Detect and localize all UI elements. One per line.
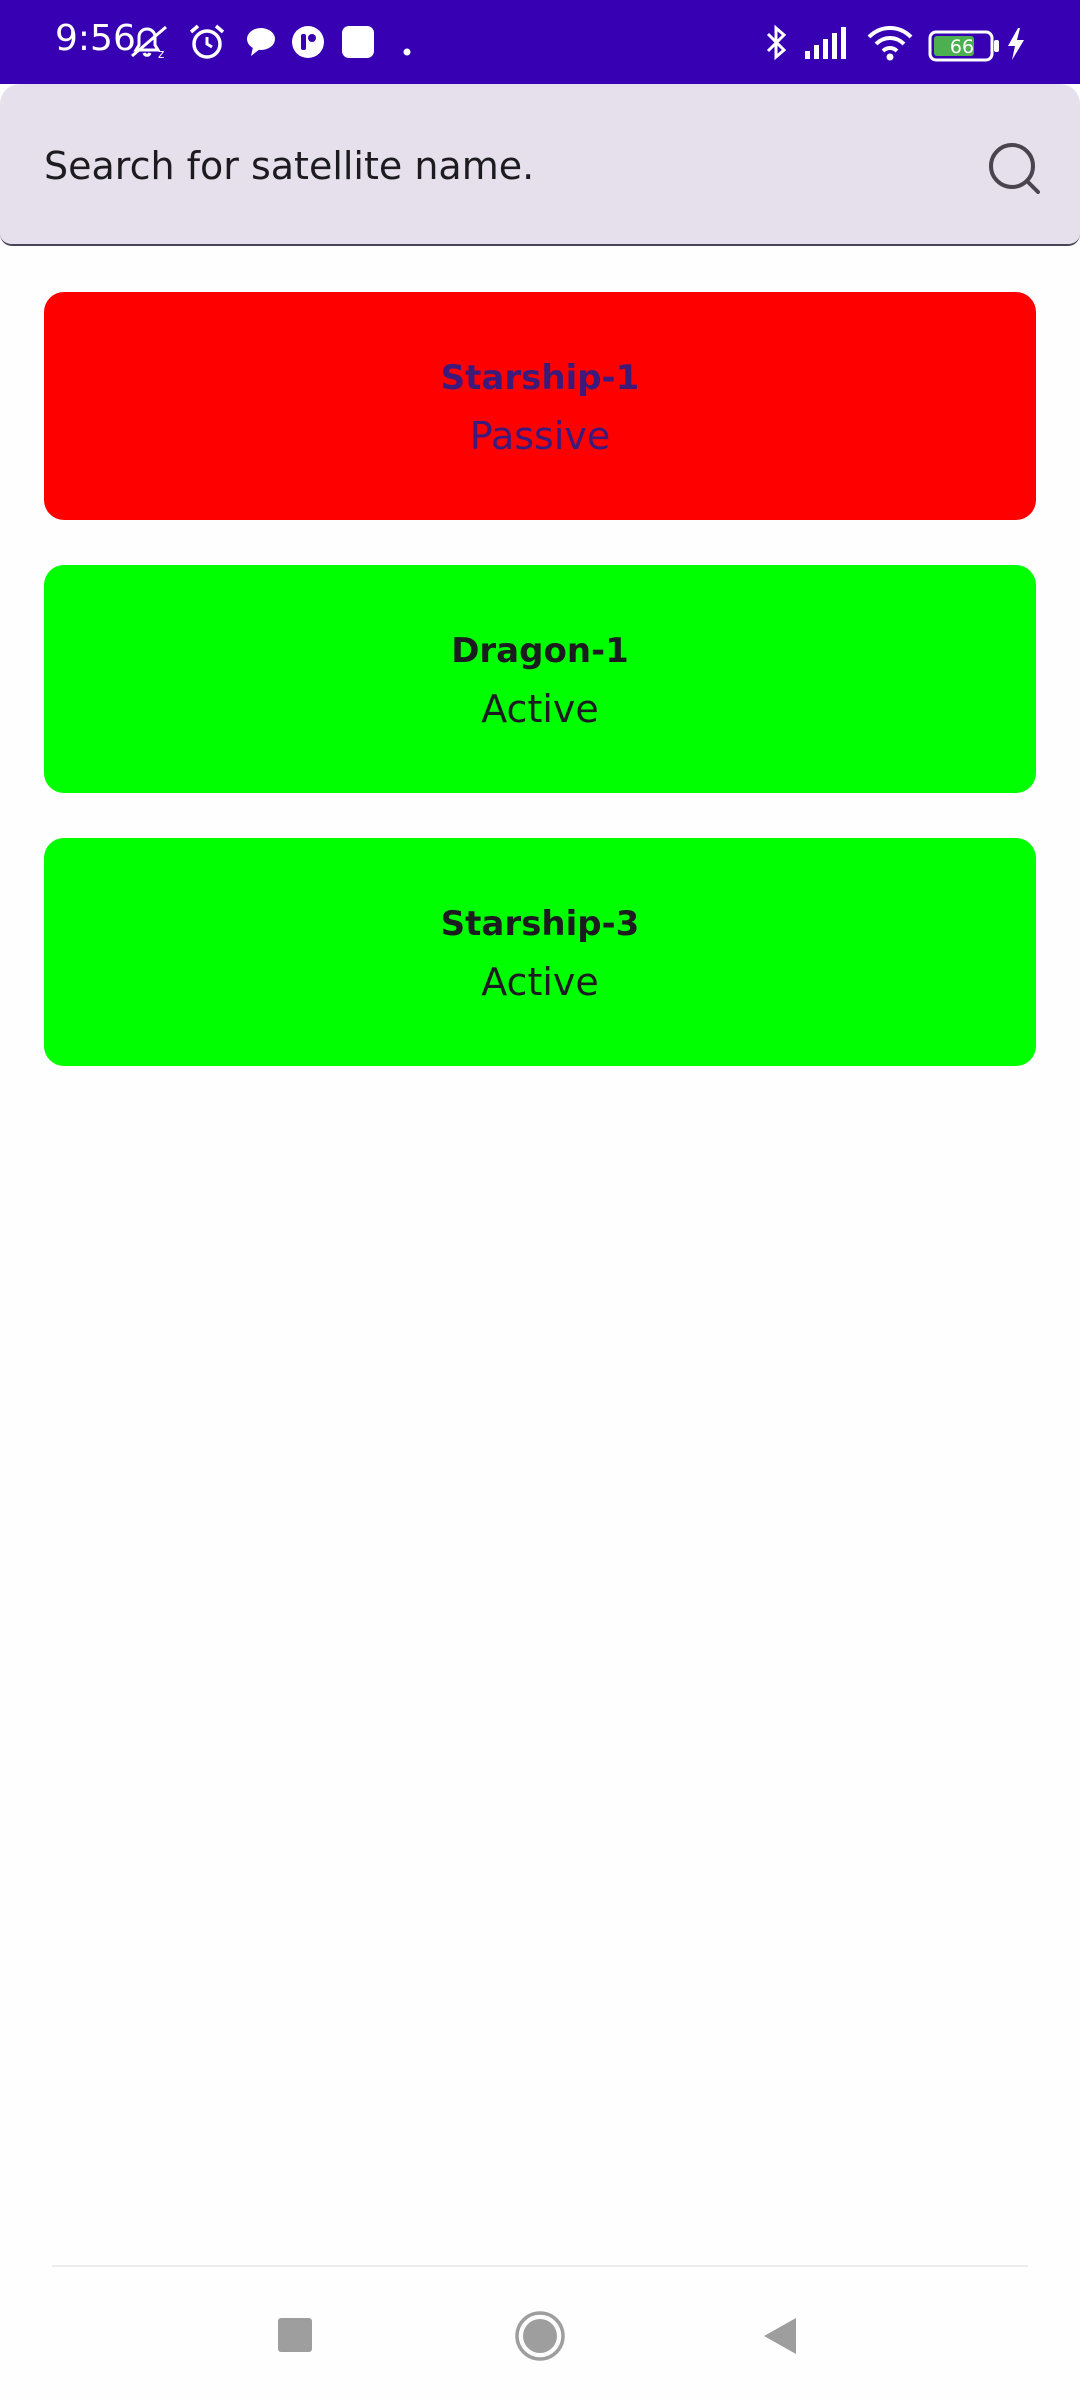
satellite-card-dragon-1[interactable]: Dragon-1 Active: [44, 565, 1036, 793]
search-input[interactable]: Search for satellite name.: [44, 144, 534, 188]
status-bar: 9:56 z 66: [0, 0, 1080, 84]
search-bar[interactable]: Search for satellite name.: [0, 84, 1080, 246]
recents-square-icon[interactable]: [276, 2316, 316, 2356]
satellite-name: Dragon-1: [451, 631, 629, 671]
status-time: 9:56: [55, 18, 136, 59]
charging-icon: [1008, 28, 1024, 60]
chat-bubble-icon: [247, 28, 275, 56]
app-notification-icon: [292, 26, 324, 58]
muted-alarm-icon: z: [131, 25, 167, 60]
signal-icon: [805, 27, 846, 59]
alarm-clock-icon: [189, 24, 225, 59]
svg-text:z: z: [158, 47, 164, 60]
satellite-card-starship-3[interactable]: Starship-3 Active: [44, 838, 1036, 1066]
satellite-status: Passive: [469, 414, 611, 458]
satellite-status: Active: [481, 687, 599, 731]
wifi-icon: [867, 26, 913, 61]
battery-level: 66: [950, 36, 974, 58]
bluetooth-icon: [766, 24, 787, 61]
search-icon[interactable]: [986, 140, 1042, 196]
square-notification-icon: [342, 26, 374, 58]
home-circle-icon[interactable]: [513, 2309, 567, 2363]
satellite-card-starship-1[interactable]: Starship-1 Passive: [44, 292, 1036, 520]
satellite-name: Starship-3: [440, 904, 640, 944]
battery-icon: 66: [928, 30, 999, 62]
nav-divider: [52, 2265, 1028, 2267]
satellite-name: Starship-1: [440, 358, 640, 398]
satellite-status: Active: [481, 960, 599, 1004]
back-triangle-icon[interactable]: [760, 2316, 800, 2356]
dot-icon: [403, 48, 411, 56]
